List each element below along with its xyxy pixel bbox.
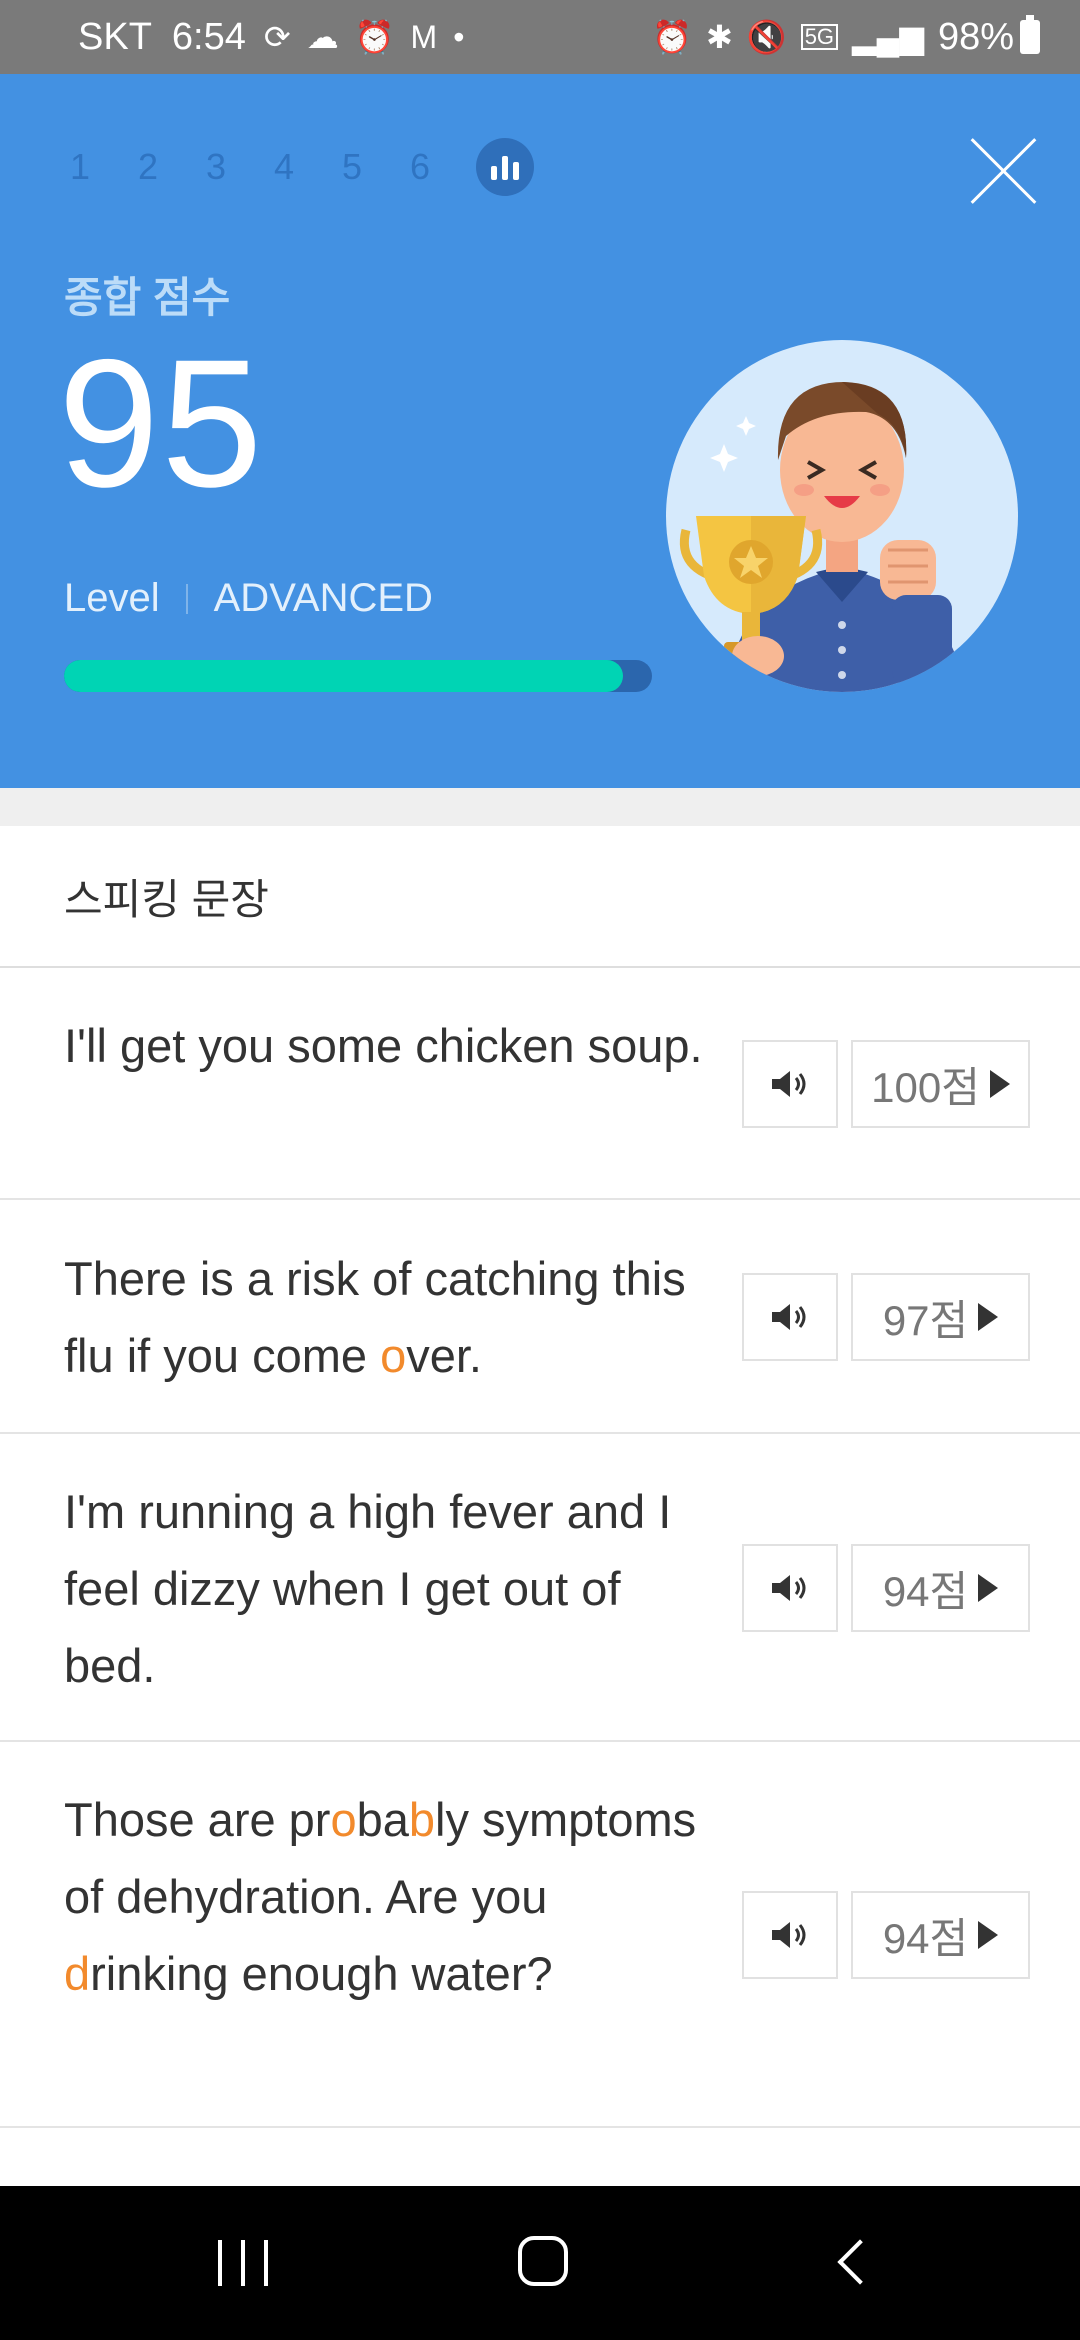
sentence-fragment: Those are pr bbox=[64, 1793, 331, 1846]
clock: 6:54 bbox=[171, 15, 246, 58]
sentence-score: 94점 bbox=[882, 1567, 969, 1615]
mispronounced-letter: o bbox=[380, 1329, 407, 1382]
step-5[interactable]: 5 bbox=[342, 146, 410, 188]
step-2[interactable]: 2 bbox=[138, 146, 206, 188]
cloud-icon: ☁ bbox=[306, 19, 339, 55]
play-icon bbox=[978, 1921, 999, 1949]
play-icon bbox=[978, 1303, 999, 1331]
sentence-fragment: ver. bbox=[406, 1329, 482, 1382]
sentence-fragment: There is a risk of catching this flu if … bbox=[64, 1252, 686, 1382]
level-label: Level bbox=[64, 576, 160, 620]
sentence-score: 97점 bbox=[882, 1296, 969, 1344]
sentence-score: 94점 bbox=[882, 1914, 969, 1962]
sentence-text: Those are probably symptoms of dehydrati… bbox=[64, 1781, 704, 2012]
battery-icon bbox=[1020, 15, 1040, 54]
bar-chart-icon[interactable] bbox=[476, 138, 534, 196]
play-icon bbox=[978, 1574, 999, 1602]
speaker-icon bbox=[772, 1922, 806, 1948]
sentence-score: 100점 bbox=[871, 1063, 980, 1111]
sentence-text: I'm running a high fever and I feel dizz… bbox=[64, 1473, 704, 1704]
bluetooth-icon: ✱ bbox=[706, 19, 733, 55]
trophy-character-illustration bbox=[666, 340, 1018, 692]
play-native-audio-button[interactable] bbox=[742, 1544, 838, 1632]
sentence-text: I'll get you some chicken soup. bbox=[64, 1007, 704, 1084]
score-progress-bar bbox=[64, 660, 652, 692]
play-native-audio-button[interactable] bbox=[742, 1273, 838, 1361]
level-row: Level ADVANCED bbox=[64, 576, 433, 621]
mispronounced-letter: d bbox=[64, 1947, 91, 2000]
sentence-fragment: I'll get you some chicken soup. bbox=[64, 1019, 703, 1072]
step-1[interactable]: 1 bbox=[70, 146, 138, 188]
sentence-row: There is a risk of catching this flu if … bbox=[0, 1200, 1080, 1434]
speaker-icon bbox=[772, 1071, 806, 1097]
sentence-fragment: I'm running a high fever and I feel dizz… bbox=[64, 1485, 672, 1692]
alarm-icon: ⏰ bbox=[652, 19, 693, 55]
speaker-icon bbox=[772, 1575, 806, 1601]
sentence-list: I'll get you some chicken soup. 100점 There… bbox=[0, 968, 1080, 2128]
play-native-audio-button[interactable] bbox=[742, 1891, 838, 1979]
result-header: 1 2 3 4 5 6 종합 점수 95 Level ADVANCED bbox=[0, 74, 1080, 788]
status-bar: SKT 6:54 ⟳ ☁ ⏰ M • ⏰ ✱ 🔇 5G ▂▄▆ 98% bbox=[0, 0, 1080, 74]
step-4[interactable]: 4 bbox=[274, 146, 342, 188]
section-gap bbox=[0, 788, 1080, 826]
play-recording-score-button[interactable]: 94점 bbox=[851, 1544, 1030, 1632]
battery-percent: 98% bbox=[937, 15, 1014, 58]
sentence-fragment: ba bbox=[356, 1793, 409, 1846]
total-score: 95 bbox=[58, 321, 265, 525]
signal-icon: ▂▄▆ bbox=[852, 19, 924, 55]
back-button[interactable] bbox=[830, 2240, 874, 2284]
play-icon bbox=[989, 1070, 1010, 1098]
play-recording-score-button[interactable]: 97점 bbox=[851, 1273, 1030, 1361]
navigation-bar bbox=[0, 2186, 1080, 2340]
play-recording-score-button[interactable]: 100점 bbox=[851, 1040, 1030, 1128]
close-button[interactable] bbox=[968, 130, 1038, 200]
level-divider bbox=[185, 583, 188, 614]
sentence-row: Those are probably symptoms of dehydrati… bbox=[0, 1742, 1080, 2128]
play-recording-score-button[interactable]: 94점 bbox=[851, 1891, 1030, 1979]
more-notifications-icon: • bbox=[453, 19, 465, 55]
sentence-fragment: rinking enough water? bbox=[90, 1947, 553, 2000]
level-value: ADVANCED bbox=[213, 576, 433, 620]
speaker-icon bbox=[772, 1304, 806, 1330]
score-progress-fill bbox=[64, 660, 623, 692]
sentence-text: There is a risk of catching this flu if … bbox=[64, 1240, 704, 1394]
sentence-row: I'll get you some chicken soup. 100점 bbox=[0, 968, 1080, 1200]
network-5g-icon: 5G bbox=[800, 24, 839, 50]
step-indicator: 1 2 3 4 5 6 bbox=[70, 138, 534, 196]
sync-icon: ⟳ bbox=[263, 19, 291, 55]
section-title: 스피킹 문장 bbox=[0, 826, 1080, 968]
mute-icon: 🔇 bbox=[746, 19, 787, 55]
recent-apps-button[interactable] bbox=[218, 2240, 268, 2286]
step-6[interactable]: 6 bbox=[410, 146, 478, 188]
step-3[interactable]: 3 bbox=[206, 146, 274, 188]
mispronounced-letter: b bbox=[408, 1793, 436, 1846]
home-button[interactable] bbox=[518, 2236, 568, 2286]
alarm-icon: ⏰ bbox=[354, 19, 395, 55]
carrier-label: SKT bbox=[78, 15, 152, 58]
play-native-audio-button[interactable] bbox=[742, 1040, 838, 1128]
gmail-icon: M bbox=[410, 19, 438, 55]
sentence-row: I'm running a high fever and I feel dizz… bbox=[0, 1434, 1080, 1742]
score-title: 종합 점수 bbox=[64, 274, 231, 321]
mispronounced-letter: o bbox=[330, 1793, 357, 1846]
